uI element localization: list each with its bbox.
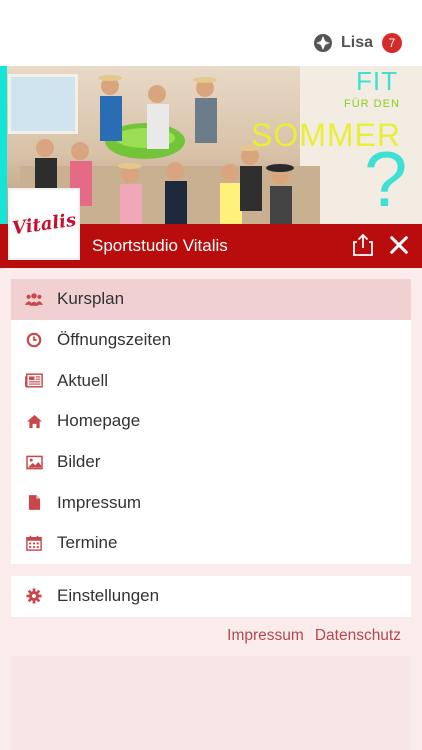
banner-fuerden-text: FÜR DEN [344,98,400,110]
studio-title: Sportstudio Vitalis [92,236,228,255]
menu-item-label: Einstellungen [57,586,160,606]
bottom-background [0,656,422,750]
newspaper-icon [25,372,43,390]
user-menu[interactable]: Lisa 7 [313,33,402,53]
document-icon [25,494,43,512]
menu-item-aktuell[interactable]: Aktuell [11,360,411,401]
clock-icon [25,331,43,349]
menu-item-label: Bilder [57,452,101,472]
menu-item-bilder[interactable]: Bilder [11,442,411,483]
menu-item-einstellungen[interactable]: Einstellungen [11,576,411,617]
menu-item-impressum[interactable]: Impressum [11,482,411,523]
image-icon [25,453,43,471]
studio-logo: Vitalis [8,188,80,260]
logo-text: Vitalis [10,209,78,239]
footer-datenschutz-link[interactable]: Datenschutz [315,627,401,645]
menu-item-label: Homepage [57,411,141,431]
calendar-icon [25,534,43,552]
share-icon[interactable] [350,232,376,258]
user-name: Lisa [340,34,373,51]
menu-item-label: Impressum [57,492,142,512]
settings-section: Einstellungen [11,576,411,617]
menu-item-homepage[interactable]: Homepage [11,401,411,442]
people-icon [25,290,43,308]
menu-item-label: Aktuell [57,370,109,390]
footer-links: Impressum Datenschutz [227,627,401,645]
banner-question-mark: ? [364,135,408,223]
home-icon [25,412,43,430]
menu-item-label: Termine [57,533,118,553]
menu-item-oeffnungszeiten[interactable]: Öffnungszeiten [11,320,411,361]
user-status-icon [313,34,332,52]
menu-item-kursplan[interactable]: Kursplan [11,279,411,320]
menu-item-label: Öffnungszeiten [57,330,172,350]
banner-fit-text: FIT [356,66,398,96]
top-bar: Lisa 7 [0,0,422,66]
navigation-menu: Kursplan Öffnungszeiten Aktuell Homepage… [11,279,411,564]
gear-icon [25,587,43,605]
menu-item-termine[interactable]: Termine [11,523,411,564]
close-icon [390,236,408,254]
menu-item-label: Kursplan [57,289,125,309]
footer-impressum-link[interactable]: Impressum [227,627,304,645]
notification-badge: 7 [382,33,402,53]
close-button[interactable] [387,232,411,258]
